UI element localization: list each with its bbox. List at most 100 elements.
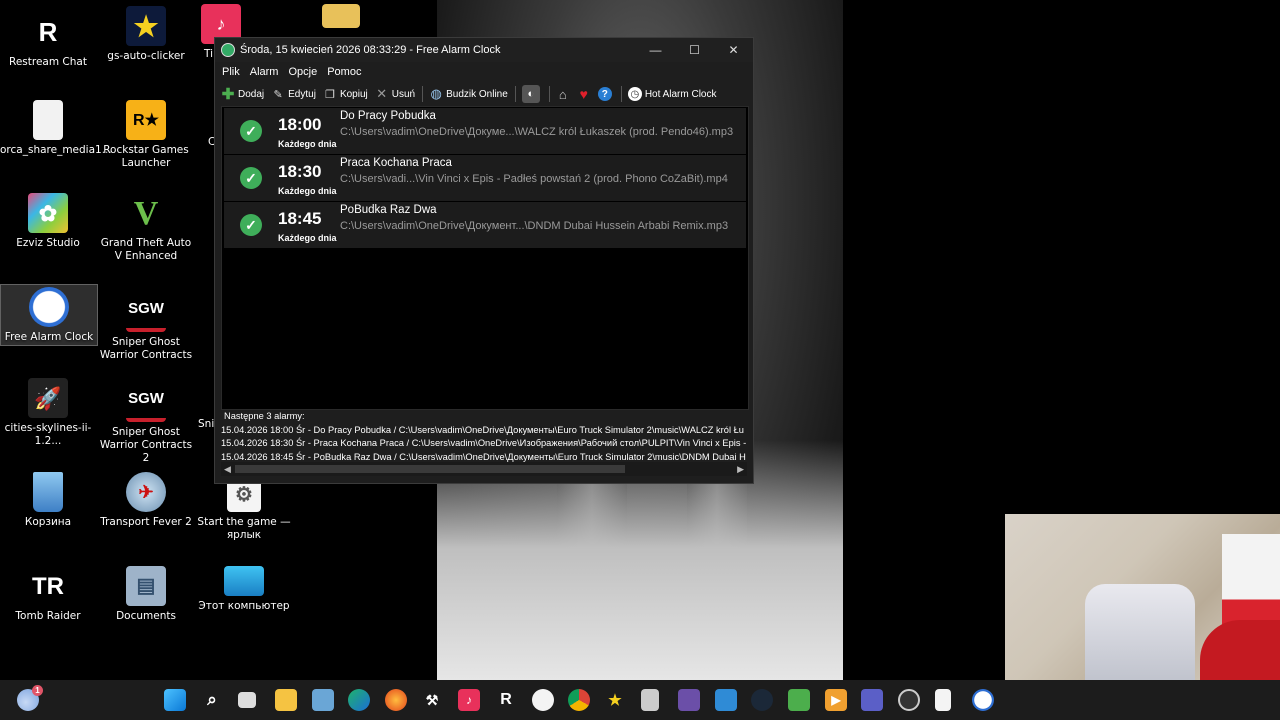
desktop-icon-label: orca_share_media1... xyxy=(0,144,112,156)
desktop-icon-recycle-bin[interactable]: Корзина xyxy=(0,472,96,529)
menu-plik[interactable]: Plik xyxy=(217,66,245,78)
teams-icon[interactable] xyxy=(861,689,883,711)
checkmark-icon[interactable]: ✓ xyxy=(240,167,262,189)
desktop-icon-this-pc[interactable]: Этот компьютер xyxy=(196,566,292,613)
desktop-icon-gta-v[interactable]: V Grand Theft Auto V Enhanced xyxy=(98,193,194,263)
desktop-icon-start-the-game[interactable]: ⚙ Start the game — ярлык xyxy=(196,478,292,542)
notepad-icon[interactable] xyxy=(935,689,951,711)
edge-icon[interactable] xyxy=(348,689,370,711)
help-button[interactable]: ? xyxy=(597,87,615,101)
desktop-icon-tomb-raider[interactable]: TR Tomb Raider xyxy=(0,566,96,623)
edit-button[interactable]: ✎ Edytuj xyxy=(271,87,316,101)
desktop-icon-label: Grand Theft Auto V Enhanced xyxy=(100,237,192,262)
webcam-red-object xyxy=(1200,620,1280,680)
desktop-icon-documents[interactable]: ▤ Documents xyxy=(98,566,194,623)
copy-icon: ❐ xyxy=(325,88,335,101)
task-view-icon[interactable] xyxy=(238,692,256,708)
media-player-icon[interactable]: ▶ xyxy=(825,689,847,711)
next-alarms-panel: Następne 3 alarmy: 15.04.2026 18:00 Śr -… xyxy=(221,410,747,464)
clock-icon: ◷ xyxy=(627,87,642,101)
rockstar-icon: R★ xyxy=(126,100,166,140)
desktop-icon-label: Корзина xyxy=(24,516,72,528)
alarm-row[interactable]: ✓ 18:45 Każdego dnia PoBudka Raz Dwa C:\… xyxy=(224,202,746,248)
app-icon-4[interactable] xyxy=(678,689,700,711)
copy-button[interactable]: ❐ Kopiuj xyxy=(323,87,368,101)
restream-icon: R xyxy=(38,16,58,47)
restream-icon[interactable]: R xyxy=(495,689,517,711)
menu-pomoc[interactable]: Pomoc xyxy=(322,66,366,78)
file-explorer-icon[interactable] xyxy=(275,689,297,711)
desktop-icon-label: Free Alarm Clock xyxy=(4,331,94,343)
online-alarm-button[interactable]: ◍ Budzik Online xyxy=(429,86,508,101)
desktop-icon-sgw-contracts-2[interactable]: SGW Sniper Ghost Warrior Contracts 2 xyxy=(98,378,194,465)
hot-alarm-clock-button[interactable]: ◷ Hot Alarm Clock xyxy=(627,87,717,101)
desktop-icon-sgw-contracts[interactable]: SGW Sniper Ghost Warrior Contracts xyxy=(98,288,194,362)
tiktok-icon[interactable]: ♪ xyxy=(458,689,480,711)
windows-start-icon[interactable] xyxy=(164,689,186,711)
menu-alarm[interactable]: Alarm xyxy=(245,66,284,78)
plus-icon: ✚ xyxy=(221,86,235,103)
app-icon-3[interactable] xyxy=(641,689,659,711)
desktop-icon-orca-share[interactable]: orca_share_media1... xyxy=(0,100,112,157)
alarm-time: 18:30 xyxy=(278,162,322,181)
maximize-button[interactable]: ☐ xyxy=(675,43,714,57)
copy-label: Kopiuj xyxy=(339,88,368,100)
edit-icon: ✎ xyxy=(273,88,283,101)
game-icon[interactable] xyxy=(788,689,810,711)
desktop-icon-ezviz[interactable]: ✿ Ezviz Studio xyxy=(0,193,96,250)
alarm-name: PoBudka Raz Dwa xyxy=(340,204,437,216)
horizontal-scrollbar[interactable]: ◀ ▶ xyxy=(221,462,747,476)
desktop-icon-restream-chat[interactable]: R Restream Chat xyxy=(0,12,96,69)
chrome-icon[interactable] xyxy=(568,689,590,711)
scroll-right-icon[interactable]: ▶ xyxy=(737,464,747,475)
firefox-icon[interactable] xyxy=(385,689,407,711)
desktop-icon-free-alarm-clock[interactable]: Free Alarm Clock xyxy=(0,284,98,346)
close-button[interactable]: ✕ xyxy=(714,43,753,57)
app-icon[interactable]: ⚒ xyxy=(421,689,443,711)
desktop-icon-partial-snip[interactable]: Snip xyxy=(196,418,221,431)
desktop-icon-rockstar[interactable]: R★ Rockstar Games Launcher xyxy=(98,100,194,170)
desktop-icon-transport-fever[interactable]: ✈ Transport Fever 2 xyxy=(98,472,194,529)
add-button[interactable]: ✚ Dodaj xyxy=(221,86,264,103)
checkmark-icon[interactable]: ✓ xyxy=(240,214,262,236)
scrollbar-thumb[interactable] xyxy=(235,465,625,473)
menu-bar: Plik Alarm Opcje Pomoc xyxy=(215,62,753,82)
desktop-icon-cities-skylines[interactable]: 🚀 cities-skylines-ii-1.2... xyxy=(0,378,96,448)
menu-opcje[interactable]: Opcje xyxy=(283,66,322,78)
next-alarm-line: 15.04.2026 18:00 Śr - Do Pracy Pobudka /… xyxy=(221,424,744,435)
desktop-icon-folder-partial[interactable] xyxy=(296,4,386,32)
edit-label: Edytuj xyxy=(288,88,316,100)
sgw-icon: SGW xyxy=(126,288,166,332)
obs-icon[interactable] xyxy=(898,689,920,711)
donate-button[interactable]: ♥ xyxy=(577,86,594,102)
alarm-clock-icon[interactable] xyxy=(972,689,994,711)
photos-icon[interactable] xyxy=(312,689,334,711)
online-label: Budzik Online xyxy=(446,88,508,100)
desktop-icon-gs-auto-clicker[interactable]: ★ gs-auto-clicker xyxy=(98,6,194,63)
checkmark-icon[interactable]: ✓ xyxy=(240,120,262,142)
app-clock-icon xyxy=(221,43,235,57)
delete-button[interactable]: ✕ Usuń xyxy=(375,86,415,101)
alarm-list: ✓ 18:00 Każdego dnia Do Pracy Pobudka C:… xyxy=(221,106,749,410)
desktop-icon-label: Tomb Raider xyxy=(15,610,81,622)
home-button[interactable]: ⌂ xyxy=(556,86,573,102)
sgw2-icon: SGW xyxy=(126,378,166,422)
star-icon[interactable]: ★ xyxy=(604,689,626,711)
search-icon[interactable]: ⌕ xyxy=(201,689,223,711)
help-icon: ? xyxy=(597,87,612,101)
title-bar[interactable]: Środa, 15 kwiecień 2026 08:33:29 - Free … xyxy=(215,38,753,62)
alarm-sound-path: C:\Users\vadim\OneDrive\Докуме...\WALCZ … xyxy=(340,126,734,138)
alarm-row[interactable]: ✓ 18:30 Każdego dnia Praca Kochana Praca… xyxy=(224,155,746,201)
toolbar-separator xyxy=(422,86,424,102)
theme-toggle-button[interactable]: ◐ xyxy=(521,85,543,103)
scroll-left-icon[interactable]: ◀ xyxy=(221,464,231,475)
alarm-row[interactable]: ✓ 18:00 Każdego dnia Do Pracy Pobudka C:… xyxy=(224,108,746,154)
minimize-button[interactable]: — xyxy=(636,43,675,57)
steam-icon[interactable] xyxy=(751,689,773,711)
home-icon: ⌂ xyxy=(558,86,567,102)
weather-icon[interactable]: 1 xyxy=(17,685,43,711)
desktop-icon-label: Rockstar Games Launcher xyxy=(103,144,189,169)
app-icon-2[interactable] xyxy=(532,689,554,711)
gallery-icon[interactable] xyxy=(715,689,737,711)
alarm-repeat: Każdego dnia xyxy=(278,233,337,243)
